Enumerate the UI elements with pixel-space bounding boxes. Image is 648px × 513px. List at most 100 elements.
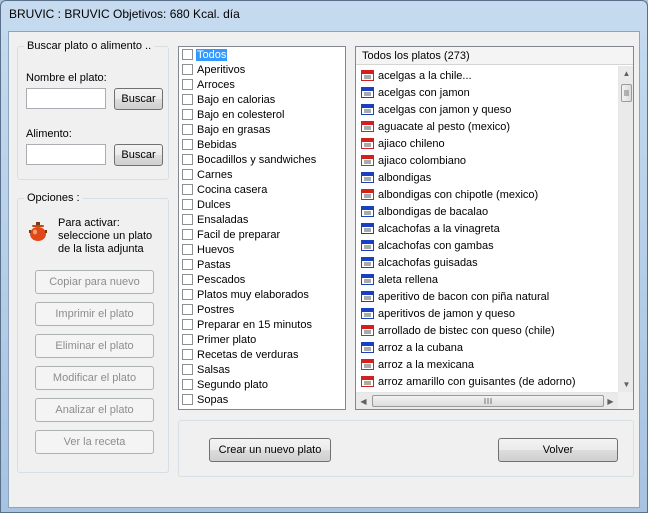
dish-list-item[interactable]: aguacate al pesto (mexico) xyxy=(356,118,618,135)
checkbox[interactable] xyxy=(182,349,193,360)
dish-list-item[interactable]: arroz a la mexicana xyxy=(356,356,618,373)
dish-list-item[interactable]: aleta rellena xyxy=(356,271,618,288)
dish-list-header[interactable]: Todos los platos (273) xyxy=(356,47,633,65)
search-food-button[interactable]: Buscar xyxy=(114,144,163,166)
category-checklist[interactable]: Todos Aperitivos Arroces Bajo en calorias Ba… xyxy=(178,46,346,410)
dish-list-item[interactable]: ajiaco chileno xyxy=(356,135,618,152)
checkbox[interactable] xyxy=(182,304,193,315)
category-item[interactable]: Carnes xyxy=(179,167,345,182)
dish-list-item[interactable]: arroz a la cubana xyxy=(356,339,618,356)
checkbox[interactable] xyxy=(182,289,193,300)
checkbox[interactable] xyxy=(182,214,193,225)
category-item[interactable]: Bocadillos y sandwiches xyxy=(179,152,345,167)
dish-list-item[interactable]: aperitivos de jamon y queso xyxy=(356,305,618,322)
checkbox[interactable] xyxy=(182,379,193,390)
dish-list-vertical-scrollbar[interactable]: ▲ ▼ xyxy=(618,66,633,392)
category-label: Platos muy elaborados xyxy=(197,288,309,301)
option-button-5[interactable]: Ver la receta xyxy=(35,430,154,454)
search-dish-button[interactable]: Buscar xyxy=(114,88,163,110)
dish-list-item[interactable]: alcachofas guisadas xyxy=(356,254,618,271)
checkbox[interactable] xyxy=(182,169,193,180)
dish-list-item[interactable]: arroz amarillo con guisantes (de adorno) xyxy=(356,373,618,390)
dish-label: acelgas con jamon xyxy=(378,86,470,99)
option-button-2[interactable]: Eliminar el plato xyxy=(35,334,154,358)
category-item[interactable]: Bajo en calorias xyxy=(179,92,345,107)
category-item[interactable]: Facil de preparar xyxy=(179,227,345,242)
category-item[interactable]: Ensaladas xyxy=(179,212,345,227)
dish-list-item[interactable]: aperitivo de bacon con piña natural xyxy=(356,288,618,305)
category-item[interactable]: Dulces xyxy=(179,197,345,212)
checkbox[interactable] xyxy=(182,319,193,330)
checkbox[interactable] xyxy=(182,394,193,405)
dish-icon xyxy=(361,104,374,115)
checkbox[interactable] xyxy=(182,79,193,90)
category-item[interactable]: Sopas xyxy=(179,392,345,407)
scroll-up-arrow-icon[interactable]: ▲ xyxy=(619,66,633,81)
category-item[interactable]: Huevos xyxy=(179,242,345,257)
checkbox[interactable] xyxy=(182,109,193,120)
checkbox[interactable] xyxy=(182,229,193,240)
category-item[interactable]: Pastas xyxy=(179,257,345,272)
vertical-scroll-thumb[interactable] xyxy=(621,84,632,102)
dish-name-input[interactable] xyxy=(26,88,106,109)
dish-list[interactable]: Todos los platos (273) acelgas a la chil… xyxy=(355,46,634,410)
option-button-1[interactable]: Imprimir el plato xyxy=(35,302,154,326)
checkbox[interactable] xyxy=(182,259,193,270)
checkbox[interactable] xyxy=(182,274,193,285)
horizontal-scroll-thumb[interactable] xyxy=(372,395,604,407)
dish-list-item[interactable]: acelgas con jamon y queso xyxy=(356,101,618,118)
dish-list-item[interactable]: albondigas con chipotle (mexico) xyxy=(356,186,618,203)
checkbox[interactable] xyxy=(182,64,193,75)
category-item[interactable]: Salsas xyxy=(179,362,345,377)
checkbox[interactable] xyxy=(182,244,193,255)
category-item[interactable]: Cocina casera xyxy=(179,182,345,197)
scroll-down-arrow-icon[interactable]: ▼ xyxy=(619,377,633,392)
dish-list-item[interactable]: acelgas con jamon xyxy=(356,84,618,101)
title-bar[interactable]: BRUVIC : BRUVIC Objetivos: 680 Kcal. día xyxy=(1,1,647,27)
scroll-left-arrow-icon[interactable]: ◀ xyxy=(356,394,371,409)
option-button-3[interactable]: Modificar el plato xyxy=(35,366,154,390)
category-item[interactable]: Pescados xyxy=(179,272,345,287)
category-item[interactable]: Bajo en colesterol xyxy=(179,107,345,122)
grip-lines-icon xyxy=(484,398,492,404)
dish-list-item[interactable]: alcachofas con gambas xyxy=(356,237,618,254)
category-item[interactable]: Primer plato xyxy=(179,332,345,347)
category-item[interactable]: Preparar en 15 minutos xyxy=(179,317,345,332)
option-button-4[interactable]: Analizar el plato xyxy=(35,398,154,422)
dish-list-item[interactable]: acelgas a la chile... xyxy=(356,67,618,84)
food-input[interactable] xyxy=(26,144,106,165)
world-dish-icon xyxy=(361,359,374,370)
checkbox[interactable] xyxy=(182,334,193,345)
category-item[interactable]: Bebidas xyxy=(179,137,345,152)
dish-list-item[interactable]: ajiaco colombiano xyxy=(356,152,618,169)
checkbox[interactable] xyxy=(182,94,193,105)
create-dish-button[interactable]: Crear un nuevo plato xyxy=(209,438,331,462)
dish-list-item[interactable]: alcachofas a la vinagreta xyxy=(356,220,618,237)
dish-label: acelgas con jamon y queso xyxy=(378,103,512,116)
dish-list-horizontal-scrollbar[interactable]: ◀ ▶ xyxy=(356,392,618,409)
category-item[interactable]: Bajo en grasas xyxy=(179,122,345,137)
checkbox[interactable] xyxy=(182,199,193,210)
dish-list-item[interactable]: albondigas xyxy=(356,169,618,186)
dish-icon xyxy=(361,87,374,98)
category-item[interactable]: Recetas de verduras xyxy=(179,347,345,362)
category-item[interactable]: Postres xyxy=(179,302,345,317)
category-item[interactable]: Arroces xyxy=(179,77,345,92)
checkbox[interactable] xyxy=(182,154,193,165)
dish-list-item[interactable]: arrollado de bistec con queso (chile) xyxy=(356,322,618,339)
category-item[interactable]: Todos xyxy=(179,47,345,62)
checkbox[interactable] xyxy=(182,124,193,135)
category-item[interactable]: Platos muy elaborados xyxy=(179,287,345,302)
dish-label: alcachofas a la vinagreta xyxy=(378,222,500,235)
category-item[interactable]: Segundo plato xyxy=(179,377,345,392)
category-label: Bebidas xyxy=(197,138,237,151)
option-button-0[interactable]: Copiar para nuevo xyxy=(35,270,154,294)
category-item[interactable]: Aperitivos xyxy=(179,62,345,77)
checkbox[interactable] xyxy=(182,139,193,150)
checkbox[interactable] xyxy=(182,184,193,195)
checkbox[interactable] xyxy=(182,49,193,60)
dish-list-item[interactable]: albondigas de bacalao xyxy=(356,203,618,220)
checkbox[interactable] xyxy=(182,364,193,375)
scroll-right-arrow-icon[interactable]: ▶ xyxy=(603,394,618,409)
back-button[interactable]: Volver xyxy=(498,438,618,462)
